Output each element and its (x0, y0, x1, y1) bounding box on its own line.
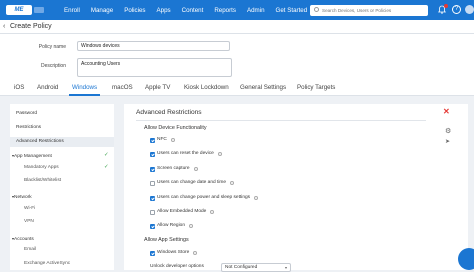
option-checkbox[interactable] (150, 224, 155, 229)
info-icon[interactable] (194, 167, 198, 171)
option-label: Allow Embedded Mode (157, 209, 207, 214)
option-label: Users can reset the device (157, 151, 214, 156)
unlock-developer-options-label: Unlock developer options (150, 264, 204, 269)
info-icon[interactable] (210, 210, 214, 214)
logo-mark (34, 7, 44, 13)
page-title: Create Policy (10, 23, 52, 30)
description-textarea[interactable]: Accounting Users (77, 58, 232, 77)
chevron-left-icon[interactable]: ‹ (3, 23, 5, 30)
option-label: Users can change date and time (157, 180, 227, 185)
policy-name-input[interactable] (77, 41, 230, 51)
tab-kiosk-lockdown[interactable]: Kiosk Lockdown (184, 84, 229, 91)
option-checkbox[interactable] (150, 138, 155, 143)
policy-name-label: Policy name (38, 44, 66, 50)
sidebar-item-blacklist-whitelist[interactable]: Blacklist/Whitelist (24, 178, 61, 183)
sidebar-item-advanced-restrictions[interactable]: Advanced Restrictions (16, 139, 64, 144)
info-icon[interactable] (230, 181, 234, 185)
tab-policy-targets[interactable]: Policy Targets (297, 84, 335, 91)
nav-content[interactable]: Content (182, 7, 204, 14)
option-label: Users can change power and sleep setting… (157, 195, 251, 200)
info-icon[interactable] (254, 196, 258, 200)
tab-apple-tv[interactable]: Apple TV (145, 84, 170, 91)
sidebar-group-app-management[interactable]: ▾App Management (12, 153, 52, 159)
search-input[interactable] (322, 6, 426, 15)
os-tabs: iOS Android Windows macOS Apple TV Kiosk… (0, 82, 474, 96)
nav-manage[interactable]: Manage (91, 7, 113, 14)
check-icon: ✓ (104, 164, 109, 170)
global-search[interactable] (310, 5, 428, 16)
option-checkbox[interactable] (150, 196, 155, 201)
option-label: Windows Store (157, 250, 190, 255)
notification-badge (444, 4, 448, 8)
nav-reports[interactable]: Reports (214, 7, 236, 14)
close-icon[interactable]: ✕ (443, 107, 450, 116)
chat-icon[interactable]: ➤ (445, 138, 450, 145)
page-header: ‹ Create Policy (0, 20, 474, 34)
info-icon[interactable] (193, 251, 197, 255)
option-label: Allow Region (157, 223, 185, 228)
option-checkbox[interactable] (150, 210, 155, 215)
help-icon[interactable]: ? (452, 5, 461, 14)
sidebar-item-restrictions[interactable]: Restrictions (16, 125, 41, 130)
tab-ios[interactable]: iOS (14, 84, 24, 91)
sidebar-group-network[interactable]: ▾Network (12, 194, 32, 200)
tab-general-settings[interactable]: General Settings (240, 84, 286, 91)
option-checkbox[interactable] (150, 167, 155, 172)
description-label: Description (40, 63, 66, 69)
sidebar-group-accounts[interactable]: ▾Accounts (12, 236, 34, 242)
avatar[interactable] (465, 5, 474, 14)
product-logo[interactable]: ME (6, 5, 32, 15)
divider (136, 120, 426, 121)
section-allow-app-settings: Allow App Settings (144, 237, 189, 243)
sidebar-item-password[interactable]: Password (16, 111, 37, 116)
nav-get-started[interactable]: Get Started (276, 7, 308, 14)
search-icon (314, 7, 319, 12)
advanced-restrictions-panel: Advanced Restrictions ✕ Allow Device Fun… (124, 104, 468, 272)
check-icon: ✓ (104, 152, 109, 158)
sidebar-item-vpn[interactable]: VPN (24, 219, 34, 224)
sidebar-item-wifi[interactable]: Wi-Fi (24, 206, 35, 211)
sidebar-item-exchange-activesync[interactable]: Exchange ActiveSync (24, 261, 70, 266)
nav-admin[interactable]: Admin (247, 7, 265, 14)
tab-android[interactable]: Android (37, 84, 58, 91)
select-value: Not Configured (225, 265, 258, 270)
option-label: Screen capture (157, 166, 190, 171)
info-icon[interactable] (218, 152, 222, 156)
policy-form: Policy name Description Accounting Users (0, 34, 474, 82)
option-label: NFC (157, 137, 167, 142)
tab-windows[interactable]: Windows (72, 84, 97, 91)
chevron-down-icon: ▾ (284, 265, 287, 270)
nav-apps[interactable]: Apps (157, 7, 171, 14)
top-navigation-bar: ME Enroll Manage Policies Apps Content R… (0, 0, 474, 20)
gear-icon[interactable]: ⚙ (445, 127, 451, 135)
policy-sidebar: Password Restrictions Advanced Restricti… (10, 104, 114, 270)
nav-policies[interactable]: Policies (124, 7, 145, 14)
option-checkbox[interactable] (150, 181, 155, 186)
nav-enroll[interactable]: Enroll (64, 7, 80, 14)
option-checkbox[interactable] (150, 152, 155, 157)
section-allow-device-functionality: Allow Device Functionality (144, 125, 207, 131)
sidebar-group-label: Network (14, 195, 32, 200)
sidebar-group-label: App Management (14, 154, 52, 159)
panel-title: Advanced Restrictions (136, 109, 202, 116)
unlock-developer-options-select[interactable]: Not Configured ▾ (221, 263, 291, 272)
sidebar-item-mandatory-apps[interactable]: Mandatory Apps (24, 165, 59, 170)
option-checkbox[interactable] (150, 251, 155, 256)
chat-support-button[interactable] (458, 248, 474, 270)
tab-macos[interactable]: macOS (112, 84, 133, 91)
active-tab-indicator (69, 94, 100, 96)
info-icon[interactable] (189, 224, 193, 228)
info-icon[interactable] (171, 138, 175, 142)
sidebar-group-label: Accounts (14, 237, 34, 242)
main-nav: Enroll Manage Policies Apps Content Repo… (64, 0, 318, 20)
sidebar-item-email[interactable]: Email (24, 247, 36, 252)
